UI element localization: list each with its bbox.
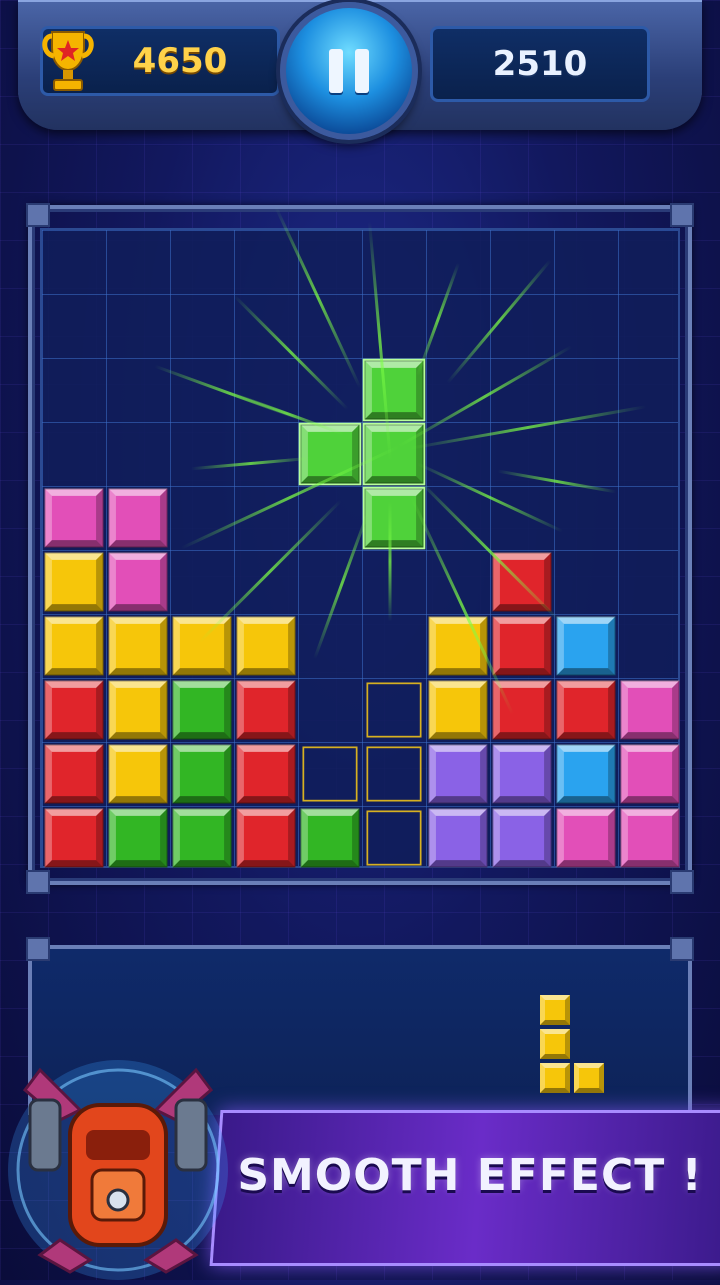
board-block [44, 616, 104, 676]
frame-corner [670, 203, 694, 227]
frame-corner [26, 937, 50, 961]
board-block [556, 616, 616, 676]
board-block [108, 488, 168, 548]
board-block [108, 680, 168, 740]
board-block [492, 616, 552, 676]
board-block [44, 680, 104, 740]
next-piece-block [540, 1063, 570, 1093]
pause-button[interactable] [280, 2, 418, 140]
frame-corner [670, 870, 694, 894]
banner-text: SMOOTH EFFECT ! [237, 1150, 703, 1201]
board-block [620, 744, 680, 804]
board-block [236, 808, 296, 868]
board-block [44, 552, 104, 612]
board-block [108, 552, 168, 612]
board-block [300, 808, 360, 868]
current-score: 2510 [492, 44, 588, 84]
board-block [44, 808, 104, 868]
board-block [556, 680, 616, 740]
board-block [492, 744, 552, 804]
best-score: 4650 [132, 41, 228, 81]
frame-corner [670, 937, 694, 961]
board-block [620, 680, 680, 740]
ghost-piece-outline [366, 810, 422, 866]
next-piece-block [540, 1029, 570, 1059]
next-piece-block [574, 1063, 604, 1093]
frame-corner [26, 870, 50, 894]
board-block [172, 808, 232, 868]
board-block [428, 744, 488, 804]
active-piece-block[interactable] [364, 424, 424, 484]
frame-corner [26, 203, 50, 227]
active-piece-block[interactable] [364, 360, 424, 420]
active-piece-block[interactable] [300, 424, 360, 484]
board-block [108, 744, 168, 804]
board-block [172, 616, 232, 676]
board-block [620, 808, 680, 868]
board-block [44, 744, 104, 804]
board-block [44, 488, 104, 548]
robot-mascot [0, 1010, 240, 1280]
board-block [428, 808, 488, 868]
board-block [556, 744, 616, 804]
board-block [108, 616, 168, 676]
board-block [236, 616, 296, 676]
ghost-piece-outline [366, 682, 422, 738]
current-score-box: 2510 [430, 26, 650, 102]
next-piece-block [540, 995, 570, 1025]
board-block [172, 744, 232, 804]
ghost-piece-outline [366, 746, 422, 802]
board-block [108, 808, 168, 868]
board-block [236, 744, 296, 804]
effect-streak [388, 501, 392, 622]
board-block [172, 680, 232, 740]
trophy-icon [38, 26, 98, 96]
board-block [556, 808, 616, 868]
game-board[interactable] [40, 228, 680, 868]
ghost-piece-outline [302, 746, 358, 802]
pause-icon [329, 49, 343, 93]
board-block [236, 680, 296, 740]
board-block [492, 808, 552, 868]
active-piece-block[interactable] [364, 488, 424, 548]
board-block [428, 680, 488, 740]
